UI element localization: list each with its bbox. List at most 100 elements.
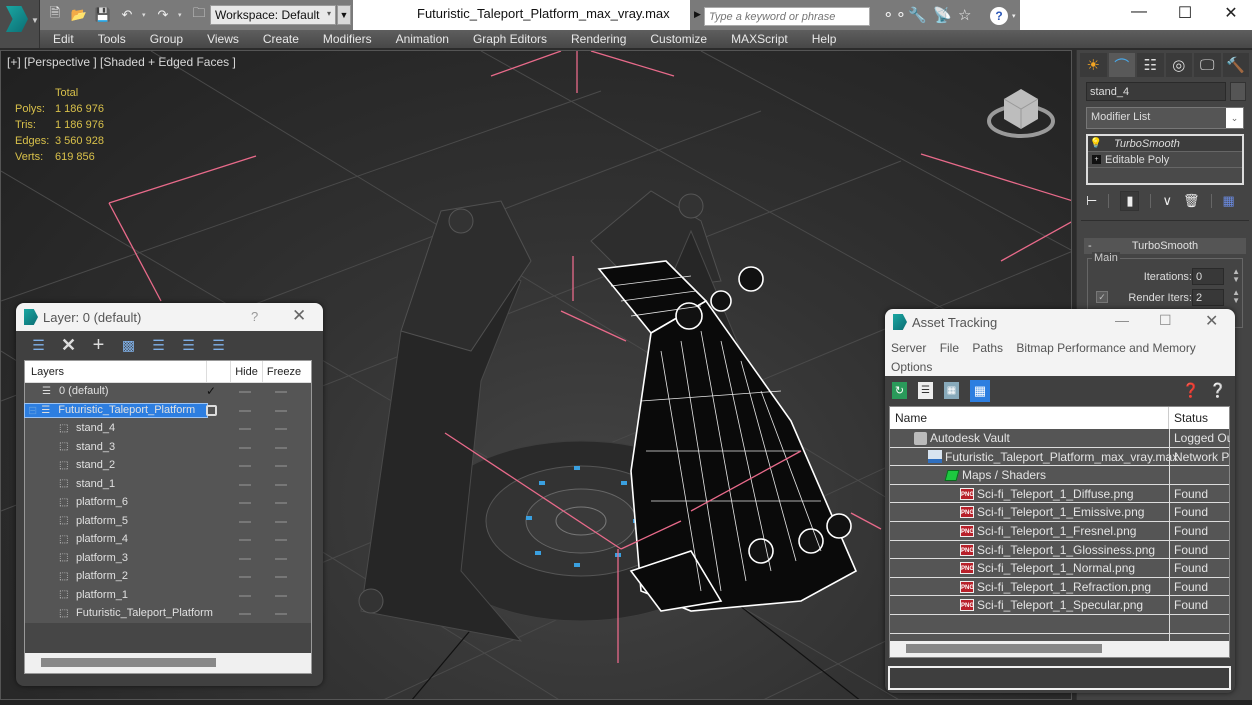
select-layer-icon[interactable]: ☰	[150, 337, 167, 354]
menu-animation[interactable]: Animation	[396, 32, 449, 46]
expand-arrow-icon[interactable]: ▶	[694, 9, 701, 20]
freeze-toggle[interactable]	[275, 391, 287, 393]
path-field[interactable]	[888, 666, 1231, 690]
freeze-toggle[interactable]	[275, 539, 287, 541]
layer-row[interactable]: ⊟ ☰ Futuristic_Taleport_Platform	[23, 402, 311, 421]
dialog-title-bar[interactable]: Asset Tracking — ☐ ✕	[885, 309, 1235, 335]
asset-row[interactable]: PNG Sci-fi_Teleport_1_Glossiness.png Found	[890, 540, 1229, 560]
create-tab-icon[interactable]: ☀	[1080, 53, 1107, 77]
freeze-toggle[interactable]	[275, 594, 287, 597]
table-view-icon[interactable]: ▦	[970, 379, 990, 402]
menu-modifiers[interactable]: Modifiers	[323, 32, 372, 46]
hide-toggle[interactable]	[239, 557, 251, 560]
minimize-button[interactable]: —	[1115, 312, 1129, 328]
help-button[interactable]: ?	[251, 309, 258, 324]
search-input[interactable]	[704, 7, 870, 26]
configure-modifier-sets-icon[interactable]: ▦	[1223, 193, 1235, 209]
context-help-icon[interactable]: ❔	[1209, 382, 1226, 399]
hide-toggle[interactable]	[239, 465, 251, 467]
freeze-toggle[interactable]	[275, 428, 287, 430]
hide-toggle[interactable]	[239, 502, 251, 504]
satellite-icon[interactable]: 📡	[933, 6, 952, 24]
menu-views[interactable]: Views	[207, 32, 239, 46]
maximize-button[interactable]: ☐	[1162, 3, 1208, 23]
menu-create[interactable]: Create	[263, 32, 299, 46]
undo-icon[interactable]: ↶	[118, 6, 136, 24]
layer-row[interactable]: ⬚ platform_4	[25, 531, 311, 550]
viewport-label-menu[interactable]: [+] [Perspective ] [Shaded + Edged Faces…	[7, 55, 236, 69]
freeze-toggle[interactable]	[275, 520, 287, 523]
add-to-layer-icon[interactable]: +	[90, 334, 107, 356]
spinner-arrows-icon[interactable]: ▲ ▼	[1232, 268, 1240, 284]
stack-item-turbosmooth[interactable]: 💡 TurboSmooth	[1088, 136, 1242, 152]
hide-toggle[interactable]	[239, 446, 251, 449]
menu-options[interactable]: Options	[891, 360, 932, 374]
column-status[interactable]: Status	[1169, 411, 1208, 425]
object-color-swatch[interactable]	[1230, 82, 1246, 101]
make-unique-icon[interactable]: ∨	[1162, 193, 1172, 209]
bulb-icon[interactable]: 💡	[1088, 138, 1104, 149]
select-objects-icon[interactable]: ▩	[120, 337, 137, 354]
hide-toggle[interactable]	[239, 520, 251, 523]
close-button[interactable]: ✕	[1205, 311, 1218, 331]
set-current-layer-toggle[interactable]	[206, 404, 217, 416]
pin-stack-icon[interactable]: ⊢	[1086, 193, 1097, 209]
hide-toggle[interactable]	[239, 594, 251, 597]
workspace-dropdown[interactable]: Workspace: Default ▾	[210, 5, 336, 25]
menu-customize[interactable]: Customize	[650, 32, 707, 46]
create-layer-icon[interactable]: ☰	[30, 337, 47, 354]
layer-row[interactable]: ⬚ platform_6	[25, 494, 311, 513]
asset-row[interactable]: Maps / Shaders	[890, 466, 1229, 486]
refresh-icon[interactable]: ↻	[892, 382, 907, 399]
help-icon[interactable]: ?	[990, 7, 1008, 25]
layer-row[interactable]: ⬚ stand_3	[25, 439, 311, 458]
hide-toggle[interactable]	[239, 539, 251, 541]
menu-server[interactable]: Server	[891, 341, 926, 355]
workspace-menu-button[interactable]: ▼	[337, 5, 351, 25]
redo-icon[interactable]: ↷	[154, 6, 172, 24]
column-hide[interactable]: Hide	[231, 360, 263, 383]
maximize-button[interactable]: ☐	[1159, 312, 1172, 329]
menu-paths[interactable]: Paths	[972, 341, 1003, 355]
menu-bitmap-performance[interactable]: Bitmap Performance and Memory	[1016, 341, 1195, 355]
undo-dropdown-icon[interactable]: ▾	[142, 11, 148, 19]
layer-settings-icon[interactable]: ☰	[210, 337, 227, 354]
hide-toggle[interactable]	[239, 391, 251, 393]
menu-edit[interactable]: Edit	[53, 32, 74, 46]
layer-row[interactable]: ⬚ Futuristic_Taleport_Platform	[25, 605, 311, 624]
column-name[interactable]: Name	[890, 407, 1169, 429]
project-folder-icon[interactable]: 🗀	[190, 5, 208, 24]
column-current[interactable]	[207, 360, 231, 383]
new-file-icon[interactable]: 🗎	[46, 5, 64, 24]
freeze-toggle[interactable]	[275, 557, 287, 560]
help-icon[interactable]: ❓	[1182, 382, 1199, 399]
scrollbar-thumb[interactable]	[906, 644, 1102, 653]
column-layers[interactable]: Layers	[25, 360, 207, 383]
save-icon[interactable]: 💾	[94, 6, 112, 24]
delete-layer-icon[interactable]: ✕	[60, 335, 77, 355]
freeze-toggle[interactable]	[275, 483, 287, 486]
asset-row[interactable]: Autodesk Vault Logged Ou	[890, 429, 1230, 448]
open-folder-icon[interactable]: 📂	[70, 6, 88, 24]
binoculars-icon[interactable]: ⚬⚬	[882, 6, 907, 24]
iterations-field[interactable]	[1192, 268, 1224, 285]
freeze-toggle[interactable]	[275, 576, 287, 578]
asset-row[interactable]: Futuristic_Taleport_Platform_max_vray.ma…	[890, 447, 1230, 467]
freeze-toggle[interactable]	[275, 446, 287, 449]
menu-help[interactable]: Help	[812, 32, 837, 46]
asset-row[interactable]: PNG Sci-fi_Teleport_1_Fresnel.png Found	[890, 521, 1229, 541]
render-iters-field[interactable]	[1192, 289, 1224, 306]
hide-toggle[interactable]	[239, 576, 251, 578]
asset-row[interactable]: PNG Sci-fi_Teleport_1_Refraction.png Found	[890, 577, 1229, 597]
render-iters-checkbox[interactable]: ✓	[1096, 291, 1108, 303]
layer-row[interactable]: ⬚ stand_4	[25, 420, 311, 439]
remove-modifier-icon[interactable]: 🗑	[1183, 193, 1200, 209]
column-freeze[interactable]: Freeze	[263, 361, 305, 383]
asset-row[interactable]: PNG Sci-fi_Teleport_1_Diffuse.png Found	[890, 484, 1229, 504]
modifier-list-dropdown[interactable]: Modifier List ⌄	[1086, 107, 1244, 129]
horizontal-scrollbar[interactable]	[890, 641, 1229, 657]
scrollbar-thumb[interactable]	[41, 658, 216, 667]
menu-graph-editors[interactable]: Graph Editors	[473, 32, 547, 46]
layer-row[interactable]: ⬚ stand_2	[25, 457, 311, 476]
asset-row[interactable]: PNG Sci-fi_Teleport_1_Specular.png Found	[890, 596, 1229, 616]
